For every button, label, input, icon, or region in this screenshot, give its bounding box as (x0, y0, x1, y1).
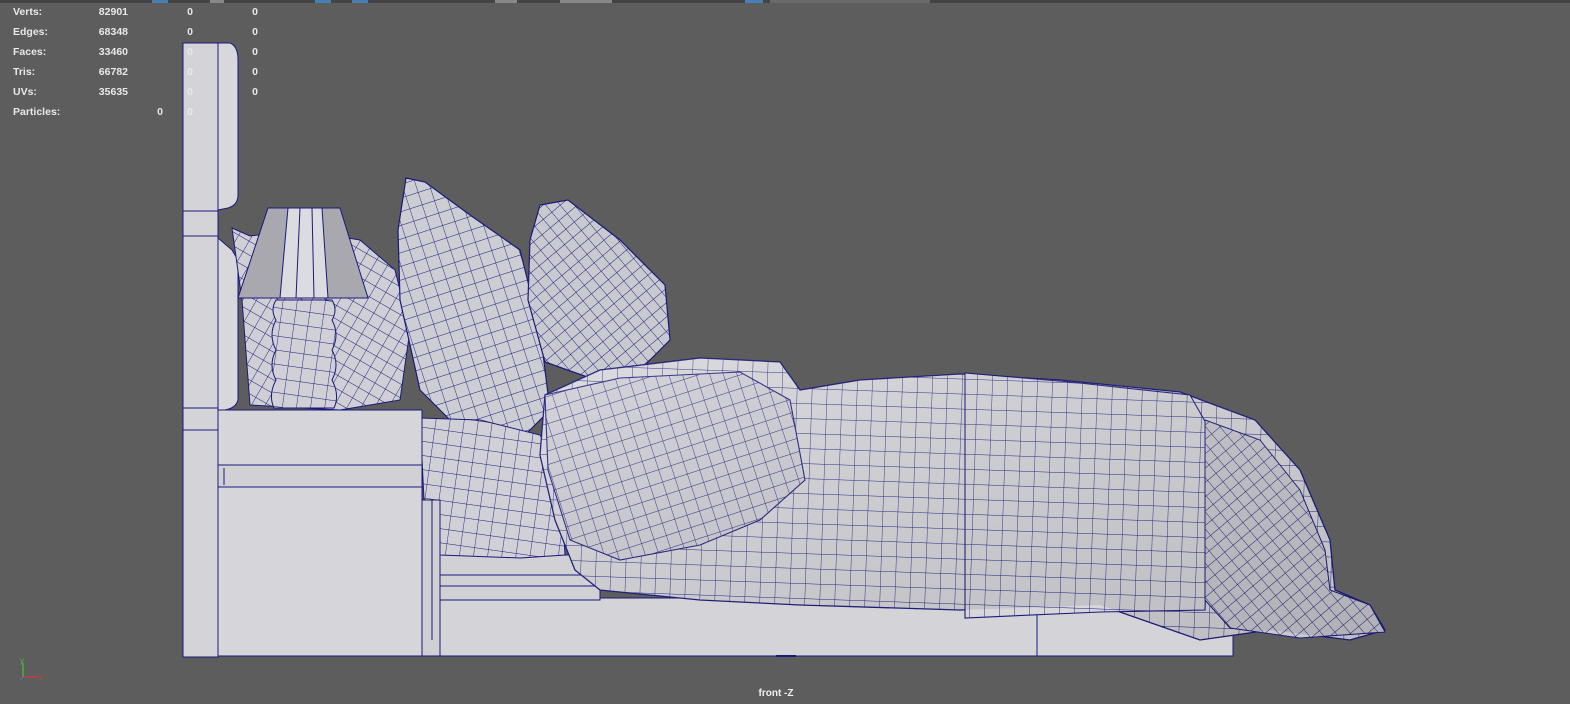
hud-value: 0 (252, 26, 258, 38)
hud-value: 0 (252, 46, 258, 58)
hud-row-particles: Particles: 0 0 (0, 100, 280, 120)
hud-row-edges: Edges: 68348 0 0 (0, 20, 280, 40)
hud-value: 0 (252, 86, 258, 98)
hud-value: 66782 (98, 66, 128, 78)
nightstand[interactable] (217, 409, 441, 657)
heads-up-display: Verts: 82901 0 0 Edges: 68348 0 0 Faces:… (0, 0, 280, 125)
hud-value: 35635 (98, 86, 128, 98)
hud-label: UVs: (13, 86, 37, 98)
hud-value: 0 (187, 6, 193, 18)
hud-label: Edges: (13, 26, 49, 38)
hud-value: 0 (252, 66, 258, 78)
hud-row-faces: Faces: 33460 0 0 (0, 40, 280, 60)
hud-label: Faces: (13, 46, 47, 58)
viewport-panel[interactable]: Verts: 82901 0 0 Edges: 68348 0 0 Faces:… (0, 0, 1570, 704)
hud-value: 68348 (98, 26, 128, 38)
hud-row-tris: Tris: 66782 0 0 (0, 60, 280, 80)
hud-label: Verts: (13, 6, 43, 18)
camera-name-label: front -Z (758, 688, 794, 699)
hud-row-uvs: UVs: 35635 0 0 (0, 80, 280, 100)
hud-label: Tris: (13, 66, 36, 78)
y-axis-label: y (20, 656, 24, 665)
hud-value: 0 (187, 26, 193, 38)
hud-value: 0 (187, 66, 193, 78)
hud-value: 82901 (98, 6, 128, 18)
axis-gizmo: y x (19, 656, 42, 682)
hud-row-verts: Verts: 82901 0 0 (0, 0, 280, 20)
x-axis-label: x (38, 673, 42, 682)
hud-value: 0 (187, 106, 193, 118)
hud-label: Particles: (13, 106, 61, 118)
hud-value: 0 (187, 46, 193, 58)
hud-value: 0 (252, 6, 258, 18)
z-axis-line (19, 676, 24, 681)
hud-value: 33460 (98, 46, 128, 58)
hud-value: 0 (187, 86, 193, 98)
